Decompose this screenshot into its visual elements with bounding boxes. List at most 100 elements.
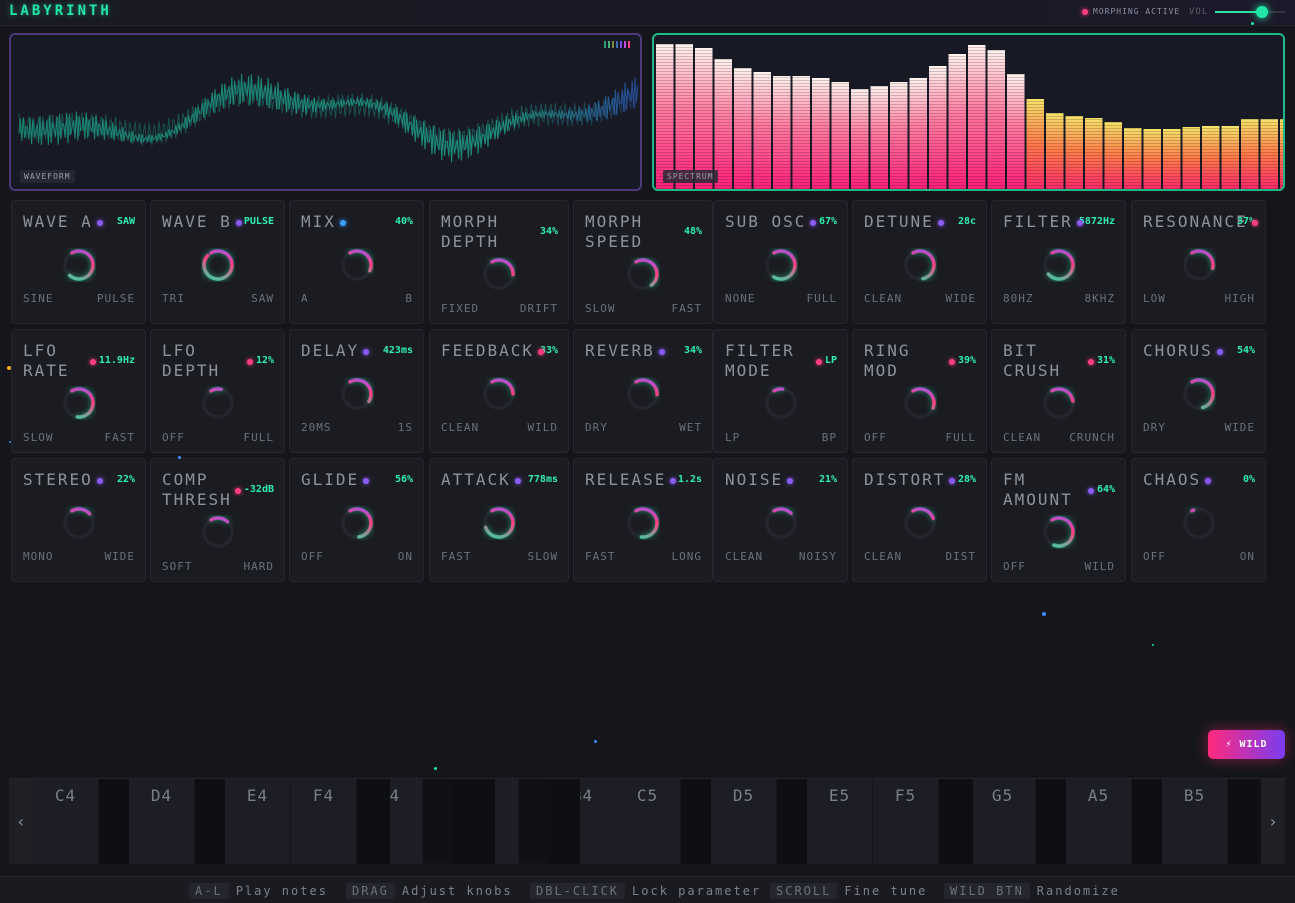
param-range-max: FULL: [243, 431, 274, 444]
piano-key-e4[interactable]: E4: [225, 779, 291, 864]
param-knob[interactable]: [626, 257, 660, 291]
wild-randomize-button[interactable]: ⚡ WILD: [1208, 730, 1285, 759]
param-knob[interactable]: [1182, 506, 1216, 540]
piano-key-c5[interactable]: C5: [615, 779, 681, 864]
param-knob[interactable]: [340, 248, 374, 282]
param-value: 39%: [957, 355, 976, 366]
param-range-max: WET: [679, 421, 702, 434]
param-knob[interactable]: [903, 248, 937, 282]
param-knob[interactable]: [482, 257, 516, 291]
param-knob[interactable]: [764, 386, 798, 420]
piano-black-key[interactable]: [99, 779, 129, 864]
param-knob[interactable]: [1182, 377, 1216, 411]
param-knob[interactable]: [482, 377, 516, 411]
piano-key-a5[interactable]: A5: [1066, 779, 1132, 864]
param-range-max: FULL: [945, 431, 976, 444]
param-range-max: FAST: [104, 431, 135, 444]
param-name: CHAOS: [1143, 470, 1202, 489]
piano-black-key[interactable]: [550, 779, 580, 864]
param-name: RESONANCE: [1143, 212, 1248, 231]
param-knob[interactable]: [201, 386, 235, 420]
param-knob[interactable]: [626, 506, 660, 540]
param-status-dot-icon: [1077, 220, 1083, 226]
piano-key-c4[interactable]: C4: [33, 779, 99, 864]
piano-key-b5[interactable]: B5: [1162, 779, 1228, 864]
piano-black-key[interactable]: [453, 779, 495, 864]
spectrum-bar-scanlines: [831, 82, 849, 189]
volume-slider[interactable]: [1215, 11, 1285, 13]
spectrum-bar-scanlines: [929, 66, 947, 189]
spectrum-graphic: [656, 44, 1283, 189]
param-card-bit-crush: BIT CRUSH 31% CLEAN CRUNCH: [991, 329, 1126, 453]
param-knob[interactable]: [201, 248, 235, 282]
volume-slider-thumb[interactable]: [1256, 6, 1268, 18]
param-status-dot-icon: [97, 220, 103, 226]
param-card-sub-osc: SUB OSC 67% NONE FULL: [713, 200, 848, 324]
shortcut-hint: WILD BTN Randomize: [944, 883, 1120, 899]
piano-key-f5[interactable]: F5: [873, 779, 939, 864]
param-knob[interactable]: [903, 386, 937, 420]
param-value: SAW: [116, 216, 135, 227]
param-knob[interactable]: [1042, 386, 1076, 420]
param-range-max: HIGH: [1224, 292, 1255, 305]
param-knob[interactable]: [340, 377, 374, 411]
keyboard-prev-octave-button[interactable]: ‹: [9, 779, 33, 864]
param-name: BIT CRUSH: [1003, 341, 1062, 380]
piano-black-key[interactable]: [681, 779, 711, 864]
param-card-wave-a: WAVE A SAW SINE PULSE: [11, 200, 146, 324]
param-knob[interactable]: [626, 377, 660, 411]
param-knob[interactable]: [482, 506, 516, 540]
param-knob[interactable]: [764, 506, 798, 540]
status-dot-icon: [1082, 8, 1088, 15]
param-range-max: WIDE: [104, 550, 135, 563]
param-status-dot-icon: [340, 220, 346, 226]
param-range-min: NONE: [725, 292, 756, 305]
param-name: WAVE B: [162, 212, 232, 231]
piano-key-f4[interactable]: F4: [291, 779, 357, 864]
param-card-stereo: STEREO 22% MONO WIDE: [11, 458, 146, 582]
param-status-dot-icon: [1088, 488, 1094, 494]
param-knob[interactable]: [1042, 515, 1076, 549]
param-range-min: CLEAN: [725, 550, 764, 563]
param-knob[interactable]: [764, 248, 798, 282]
piano-key-d4[interactable]: D4: [129, 779, 195, 864]
spectrum-bar-scanlines: [1085, 118, 1103, 189]
param-knob[interactable]: [201, 515, 235, 549]
param-value: 64%: [1096, 484, 1115, 495]
param-card-chaos: CHAOS 0% OFF ON: [1131, 458, 1266, 582]
piano-black-key[interactable]: [1228, 779, 1258, 864]
piano-key-g5[interactable]: G5: [970, 779, 1036, 864]
param-knob[interactable]: [62, 248, 96, 282]
param-knob[interactable]: [340, 506, 374, 540]
piano-key-e5[interactable]: E5: [807, 779, 873, 864]
piano-black-key[interactable]: [1132, 779, 1162, 864]
piano-black-key[interactable]: [1036, 779, 1066, 864]
param-range-max: SLOW: [527, 550, 558, 563]
param-range-min: FAST: [441, 550, 472, 563]
piano-key-d5[interactable]: D5: [711, 779, 777, 864]
keyboard-next-octave-button[interactable]: ›: [1261, 779, 1285, 864]
spectrum-bar-scanlines: [870, 86, 888, 189]
param-range-min: 80HZ: [1003, 292, 1034, 305]
param-name: FILTER: [1003, 212, 1073, 231]
param-range-min: SLOW: [585, 302, 616, 315]
piano-black-key[interactable]: [195, 779, 225, 864]
param-range-min: OFF: [162, 431, 185, 444]
param-range-min: 20MS: [301, 421, 332, 434]
spectrum-bar-scanlines: [1202, 126, 1220, 189]
param-card-attack: ATTACK 778ms FAST SLOW: [429, 458, 569, 582]
param-name: MORPH SPEED: [585, 212, 644, 251]
spectrum-label: SPECTRUM: [663, 170, 718, 183]
param-status-dot-icon: [1217, 349, 1223, 355]
piano-black-key[interactable]: [357, 779, 390, 864]
param-knob[interactable]: [62, 386, 96, 420]
param-knob[interactable]: [1042, 248, 1076, 282]
piano-black-key[interactable]: [777, 779, 807, 864]
param-range-min: FIXED: [441, 302, 480, 315]
piano-black-key[interactable]: [939, 779, 973, 864]
param-knob[interactable]: [903, 506, 937, 540]
param-name: STEREO: [23, 470, 93, 489]
param-range-min: DRY: [585, 421, 608, 434]
param-knob[interactable]: [62, 506, 96, 540]
param-knob[interactable]: [1182, 248, 1216, 282]
